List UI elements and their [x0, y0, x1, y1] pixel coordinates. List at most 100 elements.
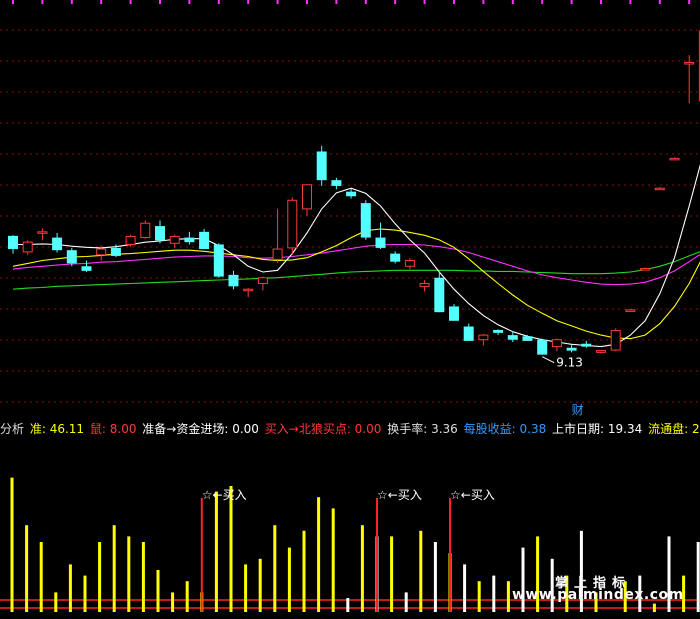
- top-tick: [129, 0, 132, 4]
- financial-report-marker: 财: [572, 403, 584, 417]
- moving-average-lines: [12, 163, 700, 348]
- top-tick: [629, 0, 632, 4]
- candle-body-up: [243, 288, 254, 292]
- top-tick: [276, 0, 279, 4]
- volume-bar: [112, 525, 116, 612]
- top-tick: [688, 0, 691, 4]
- candle-body-down: [331, 180, 342, 186]
- volume-bar: [477, 581, 481, 612]
- candle-body-up: [125, 235, 136, 245]
- top-tick: [482, 0, 485, 4]
- candle-body-up: [404, 260, 415, 267]
- candle-body-up: [640, 268, 651, 271]
- candle-body-up: [610, 330, 621, 351]
- candle-body-down: [213, 244, 224, 277]
- volume-bar: [492, 575, 496, 612]
- volume-bar: [39, 542, 43, 612]
- chart-stage: 14.769.13财 ☆←买入☆←买入☆←买入: [0, 0, 700, 612]
- volume-bar: [390, 536, 394, 612]
- volume-bar: [156, 570, 160, 612]
- candle-body-down: [8, 235, 18, 250]
- top-tick: [188, 0, 191, 4]
- volume-bar: [331, 508, 335, 612]
- ma10-line: [12, 228, 700, 340]
- volume-bar: [419, 530, 423, 612]
- low-price-pointer: [541, 356, 555, 364]
- volume-bar: [244, 564, 248, 612]
- volume-bar: [652, 603, 656, 612]
- candle-body-down: [228, 274, 239, 287]
- volume-bar: [127, 536, 131, 612]
- ma5-line: [13, 163, 700, 348]
- candle-body-up: [625, 309, 636, 312]
- info-shu: 鼠: 8.00: [89, 422, 137, 436]
- volume-bar: [550, 558, 554, 612]
- candle-body-up: [96, 248, 107, 256]
- candle-body-down: [199, 231, 210, 250]
- candle-body-up: [684, 62, 695, 65]
- buy-signal-label: ☆←买入: [377, 488, 422, 502]
- top-tick: [335, 0, 338, 4]
- top-tick: [394, 0, 397, 4]
- candle-body-up: [551, 339, 562, 348]
- candle-body-down: [81, 266, 92, 271]
- candle-body-down: [316, 151, 327, 181]
- candle-body-down: [507, 335, 518, 340]
- volume-bar: [317, 497, 321, 612]
- volume-bar: [171, 592, 175, 612]
- volume-bar: [83, 575, 87, 612]
- volume-bar: [463, 564, 467, 612]
- candle-body-down: [566, 347, 577, 351]
- volume-bar: [214, 491, 218, 612]
- volume-bar: [68, 564, 72, 612]
- candle-body-up: [169, 235, 180, 244]
- candle-body-down: [346, 191, 357, 197]
- candle-body-down: [522, 336, 533, 341]
- top-tick: [541, 0, 544, 4]
- top-tick: [306, 0, 308, 4]
- candle-body-up: [37, 231, 48, 234]
- candle-body-down: [493, 329, 504, 333]
- candle-body-up: [669, 157, 680, 161]
- candle-body-down: [360, 203, 371, 238]
- candle-body-up: [140, 222, 151, 239]
- volume-bar: [10, 477, 14, 612]
- candle-body-up: [654, 187, 665, 191]
- candle-body-up: [419, 282, 430, 287]
- volume-bar: [98, 542, 102, 612]
- indicator-info-bar: 分析 准: 46.11 鼠: 8.00 准备→资金进场: 0.00 买入→北狼买…: [0, 420, 700, 438]
- candle-body-up: [302, 184, 312, 210]
- candle-body-up: [22, 241, 33, 253]
- info-analysis: 分析: [0, 422, 25, 436]
- volume-bar: [141, 542, 145, 612]
- top-tick: [511, 0, 514, 4]
- volume-bar: [258, 558, 262, 612]
- candle-body-down: [110, 247, 121, 256]
- candle-body-up: [272, 248, 283, 260]
- volume-bar: [185, 581, 189, 612]
- volume-bar: [360, 525, 364, 612]
- top-tick: [217, 0, 220, 4]
- candle-body-up: [596, 350, 606, 353]
- volume-bar: [506, 581, 510, 612]
- top-tick: [100, 0, 103, 4]
- candle-body-down: [52, 237, 63, 251]
- volume-bar: [229, 486, 233, 612]
- top-tick: [453, 0, 455, 4]
- volume-bar: [54, 592, 58, 612]
- candle-body-up: [478, 334, 489, 341]
- buy-signal-label: ☆←买入: [202, 488, 247, 502]
- watermark-url: www.palmindex.com: [512, 587, 684, 603]
- volume-bar: [25, 525, 29, 612]
- top-tick: [364, 0, 367, 4]
- top-tick-marks: [12, 0, 691, 4]
- candle-body-down: [66, 250, 77, 264]
- info-prepare: 准备→资金进场: 0.00: [142, 422, 259, 436]
- info-float: 流通盘: 2.54: [648, 422, 700, 436]
- candle-body-down: [581, 343, 592, 347]
- top-tick: [570, 0, 573, 4]
- info-buy: 买入→北狼买点: 0.00: [264, 422, 382, 436]
- volume-bar: [404, 592, 408, 612]
- candle-body-down: [463, 326, 474, 341]
- candle-body-down: [155, 226, 165, 241]
